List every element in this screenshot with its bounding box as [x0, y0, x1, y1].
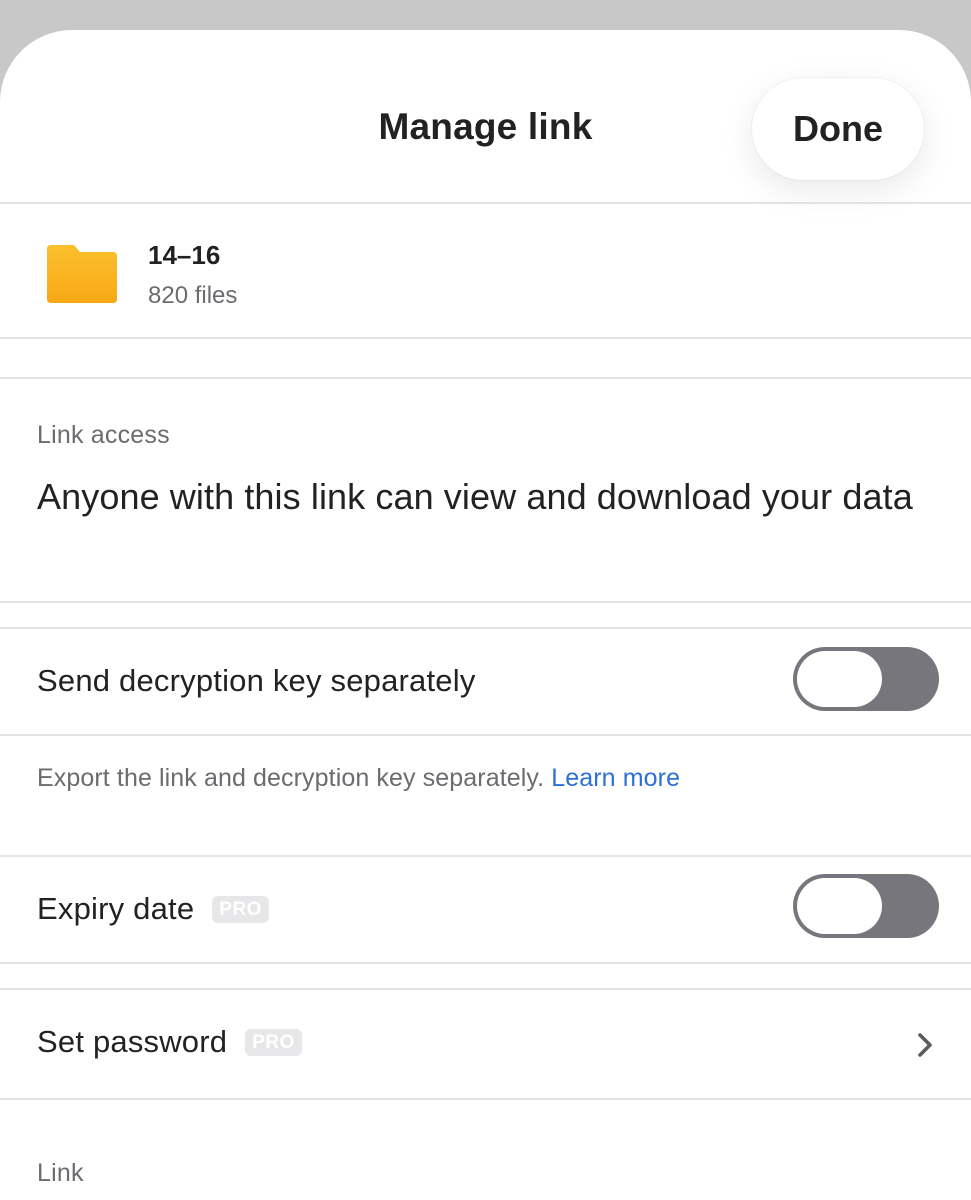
decryption-helper: Export the link and decryption key separ… — [37, 764, 680, 793]
decryption-helper-text: Export the link and decryption key separ… — [37, 764, 545, 792]
file-count: 820 files — [148, 282, 238, 309]
divider — [0, 337, 971, 339]
pro-badge: PRO — [212, 895, 269, 923]
divider — [0, 855, 971, 857]
shared-item-row: 14–16 820 files — [0, 204, 971, 338]
divider — [0, 962, 971, 964]
toggle-knob — [797, 878, 882, 934]
expiry-date-text: Expiry date — [37, 891, 195, 926]
link-access-label: Link access — [37, 421, 170, 449]
divider — [0, 627, 971, 629]
divider — [0, 601, 971, 603]
done-button[interactable]: Done — [752, 78, 924, 180]
link-access-description: Anyone with this link can view and downl… — [37, 476, 913, 517]
folder-name: 14–16 — [148, 240, 221, 270]
divider — [0, 1098, 971, 1100]
expiry-date-toggle[interactable] — [793, 874, 939, 938]
sheet-header: Manage link Done — [0, 30, 971, 202]
pro-badge: PRO — [245, 1028, 302, 1056]
learn-more-link[interactable]: Learn more — [551, 764, 680, 792]
send-decryption-key-label: Send decryption key separately — [37, 663, 476, 699]
set-password-row[interactable]: Set password PRO — [37, 1024, 302, 1060]
toggle-knob — [797, 651, 882, 707]
set-password-text: Set password — [37, 1024, 228, 1059]
folder-icon — [47, 245, 117, 303]
send-decryption-key-text: Send decryption key separately — [37, 663, 476, 698]
divider — [0, 377, 971, 379]
send-decryption-key-toggle[interactable] — [793, 647, 939, 711]
link-section-label: Link — [37, 1159, 84, 1187]
chevron-right-icon[interactable] — [912, 1028, 938, 1062]
divider — [0, 988, 971, 990]
expiry-date-label: Expiry date PRO — [37, 891, 269, 927]
manage-link-sheet: Manage link Done 14–16 820 files Link ac… — [0, 30, 971, 1200]
divider — [0, 734, 971, 736]
